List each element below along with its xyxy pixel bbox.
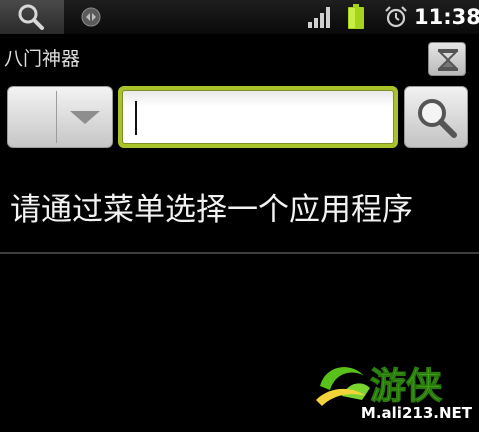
search-field[interactable] [118, 86, 398, 148]
search-button[interactable] [404, 86, 468, 148]
search-scope-selector[interactable] [7, 86, 113, 148]
search-field-inner [122, 90, 394, 144]
search-input[interactable] [131, 95, 381, 139]
status-time: 11:38 [414, 5, 479, 29]
app-title: 八门神器 [4, 48, 81, 70]
hourglass-button[interactable] [428, 42, 466, 76]
logo-glyphs: 游侠 [370, 366, 443, 407]
text-cursor [135, 101, 137, 135]
alarm-icon [385, 6, 407, 28]
chevron-down-icon [70, 111, 100, 124]
status-bar: 11:38 [0, 0, 479, 34]
list-divider [0, 252, 479, 254]
status-search-button[interactable] [0, 0, 64, 34]
empty-state-message: 请通过菜单选择一个应用程序 [10, 192, 413, 228]
watermark-logo: 游侠 M.ali213.NET [312, 356, 472, 428]
magnifier-icon [418, 99, 457, 138]
search-icon [18, 4, 44, 30]
watermark-site: M.ali213.NET [360, 404, 472, 422]
signal-icon [308, 7, 330, 28]
ali213-logo-icon: 游侠 [316, 366, 444, 408]
notification-icon [81, 7, 101, 27]
scope-divider [56, 91, 57, 143]
hourglass-icon [437, 49, 459, 71]
battery-icon [348, 4, 364, 29]
